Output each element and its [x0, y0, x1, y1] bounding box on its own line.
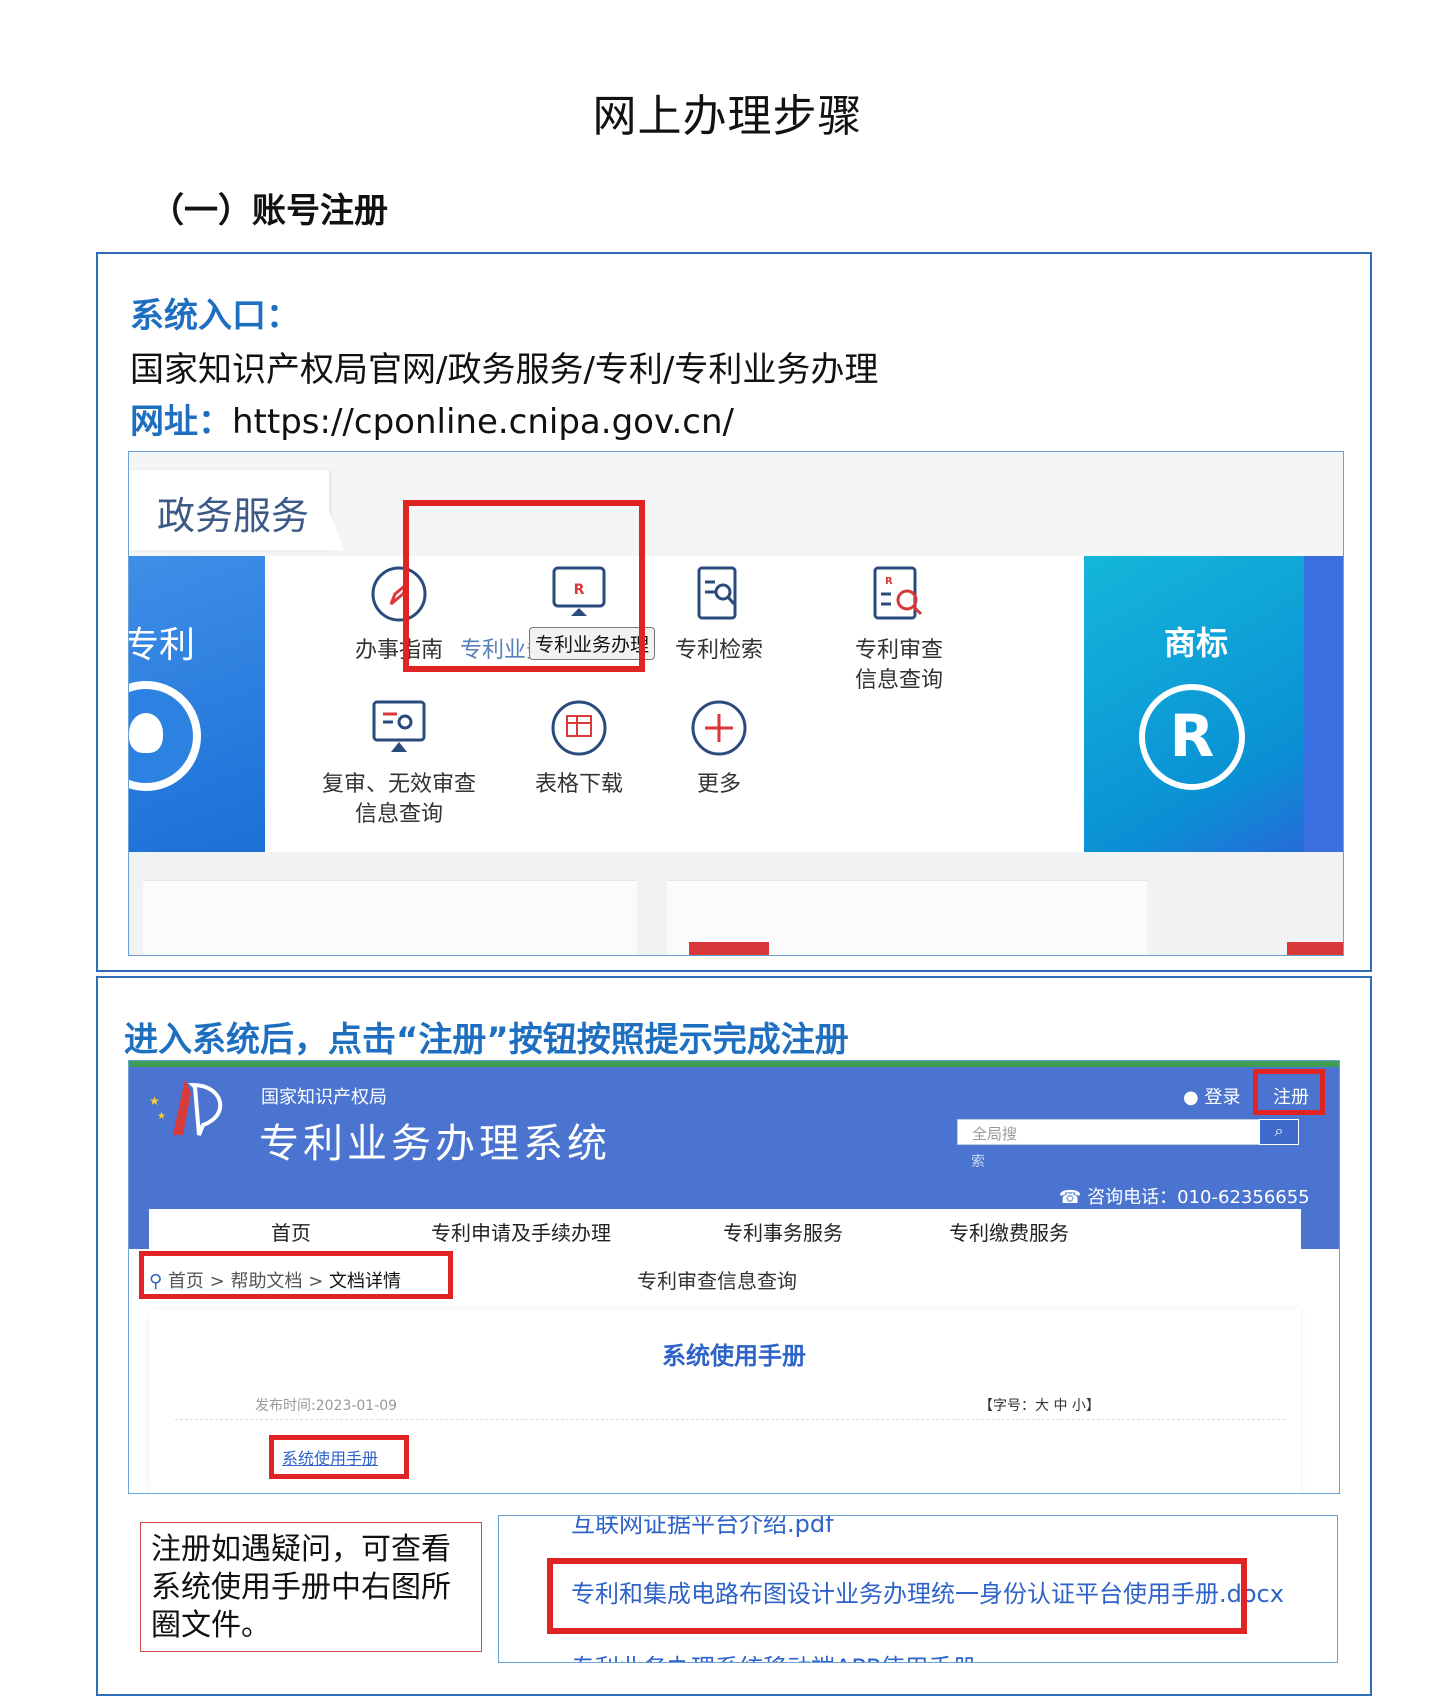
file-item-evidence-platform[interactable]: 互联网证据平台介绍.pdf: [571, 1516, 834, 1539]
gov-services-screenshot: 政务服务 专利 办事指南 R 专利业务 专利业务办理 专利检索 R 专利审查 信…: [128, 451, 1344, 956]
highlight-auth-manual: [547, 1558, 1247, 1634]
service-label-forms: 表格下载: [534, 772, 623, 797]
registered-symbol: R: [1169, 702, 1215, 770]
note-box: 注册如遇疑问，可查看系统使用手册中右图所圈文件。: [140, 1522, 482, 1652]
service-label-patent-review-2: 信息查询: [854, 668, 943, 693]
global-search-input[interactable]: 全局搜: [957, 1119, 1299, 1145]
url-label: 网址：: [130, 402, 232, 442]
lower-red-accent: [689, 942, 769, 955]
plus-circle-icon: [691, 700, 747, 756]
search-sub: 索: [971, 1154, 985, 1170]
system-org: 国家知识产权局: [261, 1087, 387, 1108]
lower-red-accent-right: [1287, 942, 1343, 955]
patent-card[interactable]: 专利: [129, 556, 265, 852]
service-item-reexam[interactable]: [339, 698, 459, 768]
service-label-patent-review: 专利审查: [854, 638, 943, 663]
tab-slant: [314, 470, 344, 550]
url-line: 网址：https://cponline.cnipa.gov.cn/: [130, 394, 734, 443]
entry-label: 系统入口：: [130, 296, 300, 336]
section-heading: （一）账号注册: [150, 191, 388, 231]
trademark-stripe: [1304, 556, 1343, 852]
header-top-line: [129, 1061, 1339, 1067]
system-name: 专利业务办理系统: [259, 1121, 611, 1167]
font-size-control[interactable]: 【字号：大 中 小】: [979, 1395, 1100, 1415]
service-label-reexam-2: 信息查询: [354, 802, 443, 827]
service-item-forms[interactable]: [519, 698, 639, 768]
svg-text:R: R: [885, 576, 893, 587]
phone-icon: ☎: [1059, 1187, 1088, 1208]
highlight-patent-business: [403, 500, 645, 672]
hotline: ☎ 咨询电话：010-62356655: [1059, 1183, 1310, 1209]
user-icon: ●: [1183, 1087, 1199, 1108]
publish-time: 发布时间:2023-01-09: [255, 1398, 398, 1414]
service-item-patent-search[interactable]: [659, 564, 779, 634]
register-instruction: 进入系统后，点击“注册”按钮按照提示完成注册: [124, 1020, 849, 1060]
highlight-breadcrumb: [139, 1251, 453, 1299]
service-item-patent-review[interactable]: R: [839, 564, 959, 634]
login-button[interactable]: ● 登录: [1183, 1083, 1240, 1109]
lower-card-left: [143, 880, 637, 955]
svg-text:★: ★: [149, 1094, 160, 1108]
review-query-tab[interactable]: 专利审查信息查询: [637, 1265, 797, 1294]
cnipa-logo-icon: ★ ★: [149, 1079, 223, 1136]
trademark-card-label: 商标: [1164, 624, 1229, 662]
note-text: 注册如遇疑问，可查看系统使用手册中右图所圈文件。: [151, 1532, 451, 1643]
highlight-manual-link: [269, 1435, 409, 1479]
search-placeholder: 全局搜: [972, 1125, 1018, 1143]
file-item-mobile-app[interactable]: 专利业务办理系统移动端APP使用手册: [571, 1648, 976, 1662]
file-list: 互联网证据平台介绍.pdf 专利和集成电路布图设计业务办理统一身份认证平台使用手…: [498, 1515, 1338, 1663]
service-label-patent-search: 专利检索: [674, 638, 763, 663]
registered-trademark-icon: R: [1139, 684, 1245, 790]
url-text[interactable]: https://cponline.cnipa.gov.cn/: [232, 402, 734, 442]
table-download-icon: [551, 700, 607, 756]
search-icon[interactable]: ⌕: [1259, 1119, 1299, 1145]
highlight-register: [1253, 1069, 1325, 1115]
tab-gov-services-label: 政务服务: [157, 494, 310, 538]
service-label-more: 更多: [696, 772, 741, 797]
trademark-card[interactable]: 商标 R: [1084, 556, 1343, 852]
review-search-icon: R: [873, 566, 923, 620]
service-item-more[interactable]: [659, 698, 779, 768]
patent-system-screenshot: ★ ★ 国家知识产权局 专利业务办理系统 ● 登录 注册 全局搜 ⌕ 索 ☎ 咨…: [128, 1060, 1340, 1494]
divider: [175, 1419, 1285, 1420]
nav-affairs[interactable]: 专利事务服务: [723, 1217, 843, 1246]
login-label: 登录: [1204, 1087, 1241, 1108]
lightbulb-icon: [129, 681, 201, 791]
document-search-icon: [697, 566, 737, 620]
nav-home[interactable]: 首页: [271, 1217, 311, 1246]
nav-fees[interactable]: 专利缴费服务: [949, 1217, 1069, 1246]
svg-text:★: ★: [157, 1111, 166, 1122]
service-label-reexam: 复审、无效审查: [321, 772, 476, 797]
screen-search-icon: [372, 700, 426, 752]
entry-path: 国家知识产权局官网/政务服务/专利/专利业务办理: [130, 350, 879, 390]
patent-card-label: 专利: [129, 625, 196, 666]
manual-title: 系统使用手册: [662, 1342, 806, 1370]
page-title: 网上办理步骤: [592, 91, 863, 142]
nav-application[interactable]: 专利申请及手续办理: [431, 1217, 611, 1246]
main-nav: 首页 专利申请及手续办理 专利事务服务 专利缴费服务: [149, 1209, 1301, 1249]
hotline-text: 咨询电话：010-62356655: [1087, 1187, 1310, 1208]
